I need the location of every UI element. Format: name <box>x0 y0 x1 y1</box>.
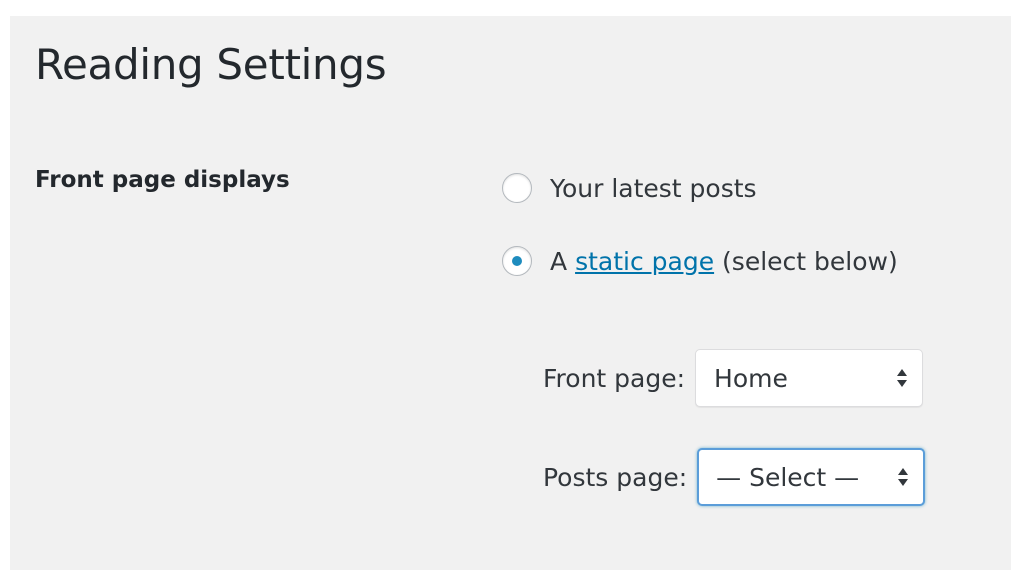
updown-arrows-icon <box>896 367 908 389</box>
radio-static-page[interactable]: A static page (select below) <box>502 246 898 276</box>
radio-latest-posts-label[interactable]: Your latest posts <box>550 174 757 203</box>
radio-static-page-label[interactable]: A static page (select below) <box>550 247 898 276</box>
front-page-select-label: Front page: <box>543 363 686 393</box>
radio-latest-posts[interactable]: Your latest posts <box>502 173 757 203</box>
front-page-select[interactable]: Home <box>695 349 924 407</box>
front-page-displays-label: Front page displays <box>35 167 290 193</box>
updown-arrows-icon <box>897 466 909 488</box>
front-page-select-row: Front page: Home <box>543 349 924 407</box>
radio-static-page-prefix: A <box>550 246 576 276</box>
radio-static-page-suffix: (select below) <box>714 246 898 276</box>
front-page-select-value: Home <box>714 363 788 393</box>
posts-page-select-value: — Select — <box>716 462 860 492</box>
posts-page-select-label: Posts page: <box>543 462 688 492</box>
radio-unchecked-icon[interactable] <box>502 173 532 203</box>
radio-checked-icon[interactable] <box>502 246 532 276</box>
static-page-link[interactable]: static page <box>575 247 714 276</box>
posts-page-select[interactable]: — Select — <box>697 448 926 506</box>
page-title: Reading Settings <box>35 40 387 89</box>
posts-page-select-row: Posts page: — Select — <box>543 448 926 506</box>
settings-panel: Reading Settings Front page displays You… <box>10 16 1011 570</box>
